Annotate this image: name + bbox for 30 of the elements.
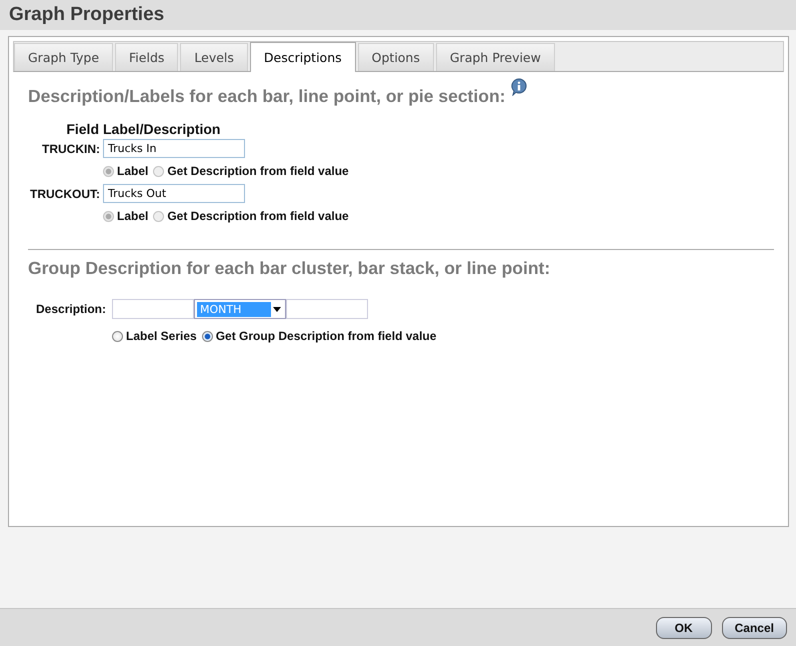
window-title: Graph Properties bbox=[9, 4, 164, 26]
input-field[interactable]: Trucks Out bbox=[103, 184, 245, 203]
option-label: Label bbox=[117, 164, 148, 178]
section-heading: Description/Labels for each bar, line point, or pie section: bbox=[28, 86, 506, 107]
field-label: TRUCKIN: bbox=[42, 142, 101, 156]
option-label: Get Group Description from field value bbox=[216, 329, 436, 343]
field-label: Description: bbox=[36, 302, 106, 316]
dialog-button[interactable]: OK bbox=[656, 616, 712, 638]
column-header: Label/Description bbox=[103, 121, 220, 137]
dialog-button[interactable]: Cancel bbox=[722, 616, 787, 638]
column-header: Field bbox=[66, 121, 100, 137]
radio-button[interactable] bbox=[112, 330, 123, 342]
input-field[interactable] bbox=[286, 299, 368, 319]
caret-icon bbox=[273, 306, 282, 312]
info-icon[interactable] bbox=[511, 78, 528, 96]
input-field[interactable] bbox=[112, 299, 194, 319]
option-label: Get Description from field value bbox=[167, 209, 349, 223]
tab[interactable]: Levels bbox=[180, 43, 248, 71]
input-field[interactable]: Trucks In bbox=[103, 139, 245, 158]
option-label: Label bbox=[117, 209, 148, 223]
section-heading: Group Description for each bar cluster, bar stack, or line point: bbox=[28, 258, 550, 279]
tab[interactable]: Options bbox=[358, 43, 434, 71]
radio-button[interactable] bbox=[202, 330, 213, 342]
tab[interactable]: Fields bbox=[115, 43, 178, 71]
tab[interactable]: Graph Type bbox=[14, 43, 114, 71]
option-label: Label Series bbox=[126, 329, 197, 343]
tab[interactable]: Graph Preview bbox=[436, 43, 555, 71]
option-label: Get Description from field value bbox=[167, 164, 349, 178]
tab[interactable]: Descriptions bbox=[250, 42, 356, 72]
field-label: TRUCKOUT: bbox=[30, 186, 101, 200]
